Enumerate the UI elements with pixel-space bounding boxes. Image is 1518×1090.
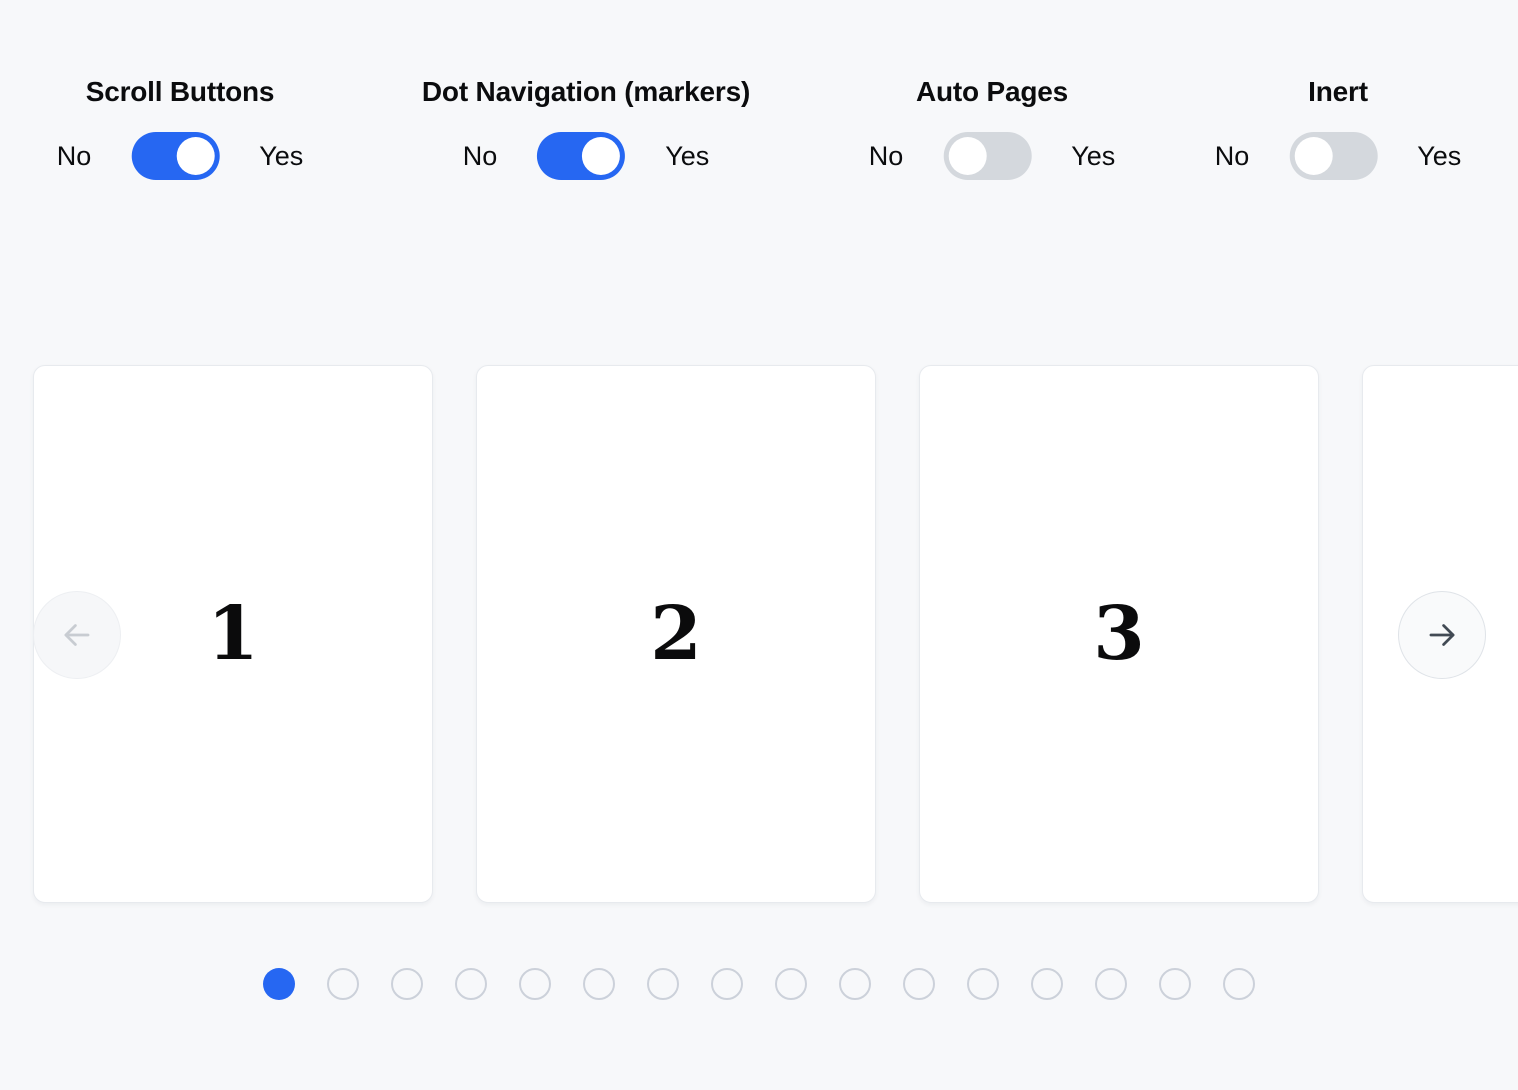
scroll-buttons-toggle[interactable] [131,132,219,180]
toggle-knob [948,137,986,175]
slide-number: 3 [1093,597,1145,671]
control-group-inert: Inert No Yes [1215,76,1462,180]
slide-number: 2 [650,597,702,671]
toggle-on-label: Yes [1071,141,1115,172]
toggle-off-label: No [463,141,498,172]
dot-marker[interactable] [647,968,679,1000]
carousel-slide: 3 [919,365,1319,903]
dot-marker[interactable] [1159,968,1191,1000]
auto-pages-toggle[interactable] [943,132,1031,180]
dot-marker[interactable] [903,968,935,1000]
control-group-auto-pages: Auto Pages No Yes [869,76,1116,180]
control-row: No Yes [1215,132,1462,180]
toggle-knob [582,137,620,175]
dot-marker[interactable] [327,968,359,1000]
dot-marker[interactable] [519,968,551,1000]
dot-marker[interactable] [775,968,807,1000]
control-group-dot-navigation: Dot Navigation (markers) No Yes [422,76,750,180]
dot-navigation-toggle[interactable] [537,132,625,180]
carousel-slide: 2 [476,365,876,903]
dot-marker[interactable] [391,968,423,1000]
inert-toggle[interactable] [1289,132,1377,180]
dot-marker[interactable] [1095,968,1127,1000]
control-label: Inert [1308,76,1368,108]
dot-marker[interactable] [967,968,999,1000]
dot-navigation [263,968,1255,1000]
toggle-off-label: No [57,141,92,172]
arrow-right-icon [1423,616,1461,654]
control-group-scroll-buttons: Scroll Buttons No Yes [57,76,304,180]
dot-marker[interactable] [1031,968,1063,1000]
control-row: No Yes [57,132,304,180]
control-label: Dot Navigation (markers) [422,76,750,108]
carousel-viewport[interactable]: 1 2 3 4 [0,365,1518,903]
slide-number: 1 [207,597,259,671]
toggle-off-label: No [1215,141,1250,172]
toggle-off-label: No [869,141,904,172]
toggle-knob [176,137,214,175]
control-row: No Yes [869,132,1116,180]
toggle-on-label: Yes [1417,141,1461,172]
toggle-on-label: Yes [665,141,709,172]
control-label: Auto Pages [916,76,1068,108]
dot-marker[interactable] [711,968,743,1000]
dot-marker[interactable] [455,968,487,1000]
dot-marker[interactable] [583,968,615,1000]
dot-marker-active[interactable] [263,968,295,1000]
control-label: Scroll Buttons [86,76,275,108]
previous-slide-button[interactable] [33,591,121,679]
dot-marker[interactable] [839,968,871,1000]
next-slide-button[interactable] [1398,591,1486,679]
toggle-on-label: Yes [259,141,303,172]
dot-marker[interactable] [1223,968,1255,1000]
control-row: No Yes [463,132,710,180]
toggle-knob [1294,137,1332,175]
arrow-left-icon [58,616,96,654]
